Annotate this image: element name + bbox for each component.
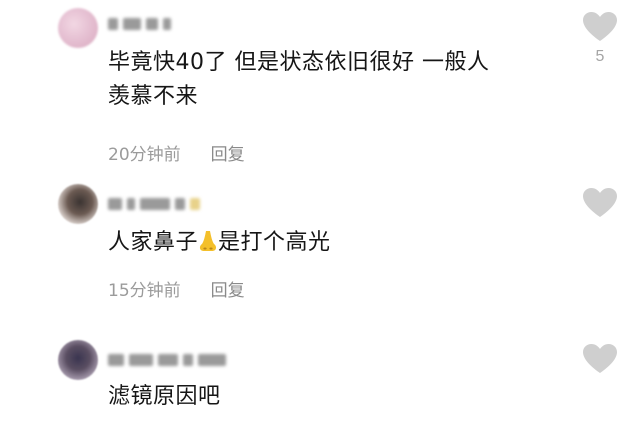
- timestamp: 15分钟前: [108, 281, 181, 301]
- timestamp: 20分钟前: [108, 145, 181, 165]
- like-button[interactable]: 5: [580, 12, 620, 66]
- like-button[interactable]: [580, 344, 620, 374]
- avatar[interactable]: [58, 8, 98, 48]
- heart-icon: [583, 188, 617, 217]
- comment-text: 毕竟快40了 但是状态依旧很好 一般人 羡慕不来: [108, 46, 489, 114]
- comment-meta: 15分钟前 回复: [108, 276, 245, 301]
- like-button[interactable]: [580, 188, 620, 218]
- reply-button[interactable]: 回复: [211, 140, 245, 165]
- heart-icon: [583, 12, 617, 41]
- comment-item-2: 人家鼻子 是打个高光 15分钟前 回复: [0, 170, 640, 330]
- nose-emoji-icon: [199, 231, 217, 251]
- comment-text-part-1: 人家鼻子: [108, 230, 199, 255]
- comment-meta: 20分钟前 回复: [108, 140, 245, 165]
- reply-button[interactable]: 回复: [211, 276, 245, 301]
- comment-text-line-1: 毕竟快40了 但是状态依旧很好 一般人: [108, 50, 490, 75]
- comment-text: 人家鼻子 是打个高光: [108, 226, 331, 260]
- comment-item-1: 毕竟快40了 但是状态依旧很好 一般人 羡慕不来 20分钟前 回复 5: [0, 0, 640, 170]
- like-count: 5: [595, 48, 605, 65]
- username-blurred[interactable]: [108, 16, 171, 32]
- comment-text-line-2: 羡慕不来: [108, 84, 199, 109]
- avatar[interactable]: [58, 340, 98, 380]
- comment-item-3: 滤镜原因吧: [0, 330, 640, 428]
- comment-text: 滤镜原因吧: [108, 380, 221, 414]
- comment-text-part-2: 是打个高光: [218, 230, 331, 255]
- avatar[interactable]: [58, 184, 98, 224]
- username-blurred[interactable]: [108, 196, 200, 212]
- username-blurred[interactable]: [108, 352, 226, 368]
- heart-icon: [583, 344, 617, 373]
- comment-text-content: 滤镜原因吧: [108, 384, 221, 409]
